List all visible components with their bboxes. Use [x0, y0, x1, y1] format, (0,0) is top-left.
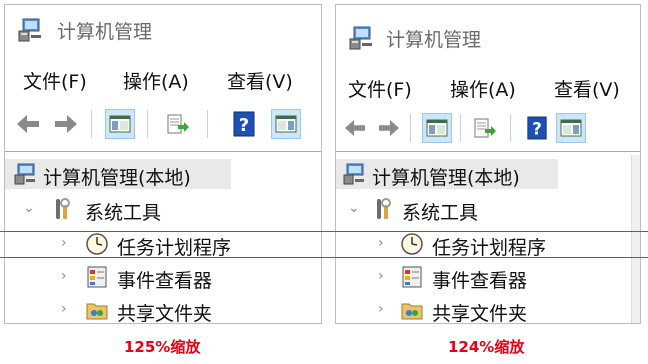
toolbar-separator: [91, 110, 92, 138]
window-title: 计算机管理: [57, 21, 153, 43]
tree-group-row[interactable]: ⌄ 系统工具: [336, 194, 640, 224]
tree-root-label: 计算机管理(本地): [43, 167, 191, 189]
clock-icon: [86, 233, 108, 255]
back-arrow-icon: [17, 115, 39, 133]
show-hide-action-pane-button[interactable]: [556, 113, 586, 143]
toolbar: ?: [336, 109, 640, 149]
show-hide-action-pane-icon: [560, 119, 582, 137]
menu-action[interactable]: 操作(A): [450, 75, 516, 102]
toolbar-separator: [460, 114, 461, 142]
export-list-button[interactable]: [163, 109, 193, 139]
comparison-guide-line: [0, 257, 648, 258]
tree-group-label: 系统工具: [85, 202, 162, 224]
tree-item-label: 事件查看器: [432, 270, 528, 292]
shared-folder-icon: [401, 303, 423, 320]
help-button[interactable]: ?: [522, 113, 552, 143]
tree-root-row[interactable]: 计算机管理(本地): [5, 159, 321, 189]
tree-item-label: 事件查看器: [117, 270, 213, 292]
forward-arrow-icon: [55, 115, 77, 133]
clock-icon: [401, 233, 423, 255]
menu-file[interactable]: 文件(F): [348, 75, 412, 102]
tools-icon: [56, 198, 70, 219]
show-hide-console-tree-icon: [109, 115, 131, 133]
export-list-button[interactable]: [470, 113, 500, 143]
title-bar: 计算机管理: [336, 5, 640, 53]
tree-group-label: 系统工具: [402, 202, 479, 224]
toolbar-separator: [510, 114, 511, 142]
computer-management-icon: [18, 18, 41, 42]
chevron-right-icon[interactable]: ›: [61, 301, 67, 317]
chevron-right-icon[interactable]: ›: [378, 268, 384, 284]
chevron-right-icon[interactable]: ›: [378, 301, 384, 317]
show-hide-action-pane-button[interactable]: [271, 109, 301, 139]
menu-action[interactable]: 操作(A): [123, 67, 189, 94]
tree-item-row[interactable]: › 共享文件夹: [5, 295, 321, 324]
tree-item-label: 共享文件夹: [432, 303, 528, 324]
show-hide-console-tree-button[interactable]: [105, 109, 135, 139]
tree-item-row[interactable]: › 任务计划程序: [5, 229, 321, 259]
caption-125: 125%缩放: [124, 338, 201, 356]
tree-item-row[interactable]: › 事件查看器: [336, 262, 640, 292]
back-arrow-icon: [345, 119, 365, 137]
computer-management-icon: [349, 26, 372, 50]
export-list-icon: [167, 114, 189, 134]
help-icon: ?: [527, 116, 547, 140]
menu-file[interactable]: 文件(F): [23, 67, 87, 94]
tree-item-label: 共享文件夹: [117, 303, 213, 324]
toolbar-separator: [207, 110, 208, 138]
show-hide-action-pane-icon: [275, 115, 297, 133]
window-124: 计算机管理 文件(F) 操作(A) 查看(V) ? 计算机管理(本地) ⌄ 系统…: [335, 4, 641, 324]
tools-icon: [377, 198, 391, 219]
chevron-right-icon[interactable]: ›: [378, 235, 384, 251]
back-button[interactable]: [340, 113, 370, 143]
chevron-right-icon[interactable]: ›: [61, 235, 67, 251]
forward-button[interactable]: [374, 113, 404, 143]
toolbar: ?: [5, 105, 321, 145]
shared-folder-icon: [86, 303, 108, 320]
tree-root-label: 计算机管理(本地): [372, 167, 520, 189]
toolbar-separator: [147, 110, 148, 138]
caption-124: 124%缩放: [448, 338, 525, 356]
menu-bar: 文件(F) 操作(A) 查看(V): [336, 69, 640, 107]
computer-management-icon: [343, 163, 364, 185]
toolbar-separator: [410, 114, 411, 142]
help-icon: ?: [233, 111, 255, 137]
tree-divider: [336, 151, 640, 152]
tree-root-row[interactable]: 计算机管理(本地): [336, 159, 640, 189]
tree-divider: [5, 151, 321, 152]
help-button[interactable]: ?: [229, 109, 259, 139]
chevron-right-icon[interactable]: ›: [61, 268, 67, 284]
chevron-down-icon[interactable]: ⌄: [348, 200, 360, 216]
event-viewer-icon: [402, 266, 422, 288]
chevron-down-icon[interactable]: ⌄: [23, 200, 35, 216]
computer-management-icon: [14, 163, 35, 185]
menu-view[interactable]: 查看(V): [227, 67, 293, 94]
forward-button[interactable]: [51, 109, 81, 139]
tree-item-row[interactable]: › 共享文件夹: [336, 295, 640, 324]
window-125: 计算机管理 文件(F) 操作(A) 查看(V) ? 计算机管理(本地) ⌄ 系统…: [4, 4, 322, 324]
menu-bar: 文件(F) 操作(A) 查看(V): [5, 61, 321, 99]
svg-text:?: ?: [532, 119, 542, 138]
svg-text:?: ?: [239, 115, 249, 136]
tree-group-row[interactable]: ⌄ 系统工具: [5, 194, 321, 224]
tree-item-label: 任务计划程序: [432, 237, 547, 259]
menu-view[interactable]: 查看(V): [554, 75, 620, 102]
title-bar: 计算机管理: [5, 5, 321, 53]
show-hide-console-tree-button[interactable]: [422, 113, 452, 143]
export-list-icon: [474, 118, 496, 138]
comparison-guide-line: [0, 231, 648, 232]
window-title: 计算机管理: [386, 29, 482, 51]
forward-arrow-icon: [379, 119, 399, 137]
back-button[interactable]: [13, 109, 43, 139]
tree-item-label: 任务计划程序: [117, 237, 232, 259]
event-viewer-icon: [87, 266, 107, 288]
tree-item-row[interactable]: › 任务计划程序: [336, 229, 640, 259]
tree-item-row[interactable]: › 事件查看器: [5, 262, 321, 292]
show-hide-console-tree-icon: [426, 119, 448, 137]
